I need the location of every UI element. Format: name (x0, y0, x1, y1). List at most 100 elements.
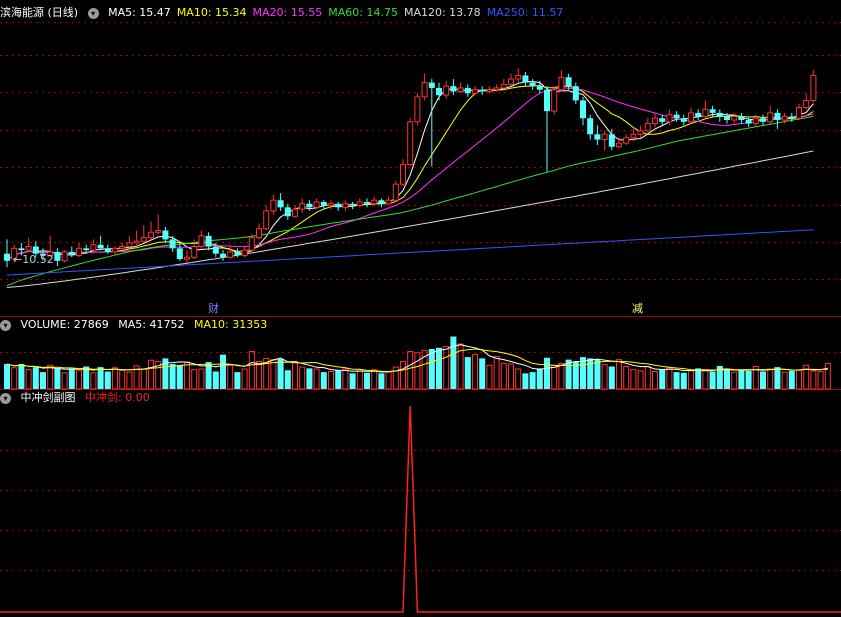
volume-bar (299, 366, 306, 390)
volume-bar (616, 359, 622, 390)
volume-bar (558, 362, 565, 390)
candle-body (788, 116, 795, 119)
volume-bar (25, 369, 32, 390)
volume-ma5-line (6, 344, 828, 373)
volume-bar (515, 368, 522, 390)
volume-bar (176, 365, 183, 389)
candle-body (493, 87, 500, 91)
reduction-marker[interactable]: 减 (631, 302, 644, 315)
candle-body (306, 203, 313, 208)
volume-bar (400, 361, 406, 390)
volume-ma10-label: MA10: 31353 (193, 318, 268, 331)
volume-bar (256, 361, 262, 390)
candle-body (580, 100, 586, 119)
candle-body (716, 112, 723, 117)
candle-body (652, 117, 658, 125)
volume-bar (140, 368, 147, 390)
volume-bar (601, 364, 608, 390)
candle-body (486, 89, 493, 93)
candle-body (695, 112, 702, 117)
candle-body (356, 201, 363, 207)
volume-bar (335, 370, 342, 389)
chevron-down-icon[interactable]: ▾ (87, 7, 99, 19)
candle-body (205, 235, 212, 247)
candle-body (536, 86, 543, 90)
volume-bar (486, 364, 493, 390)
candle-body (594, 134, 601, 140)
candle-body (760, 118, 766, 122)
financial-marker[interactable]: 财 (207, 302, 220, 315)
volume-bar (536, 368, 543, 389)
candle-body (155, 230, 162, 233)
volume-bar (824, 362, 831, 390)
volume-bar (18, 364, 25, 389)
candle-body (4, 253, 10, 261)
volume-bar (767, 368, 774, 390)
indicator-header: ▾ 中冲剑副图 中冲剑: 0.00 (0, 390, 156, 406)
volume-bar (126, 371, 133, 390)
volume-bar (356, 370, 363, 390)
candle-body (738, 116, 745, 121)
chevron-down-icon[interactable]: ▾ (0, 392, 11, 404)
candle-body (508, 78, 514, 85)
volume-bar (544, 357, 550, 389)
candle-body (378, 200, 385, 204)
volume-bar (659, 369, 666, 389)
volume-bar (277, 359, 284, 389)
volume-bar (551, 364, 558, 390)
chart-canvas (0, 22, 841, 613)
stock-title: 滨海能源 (日线) (0, 6, 79, 19)
volume-bar (227, 364, 234, 390)
candle-body (630, 133, 637, 139)
volume-bar (774, 367, 781, 389)
candle-body (572, 86, 579, 101)
volume-bar (724, 369, 730, 389)
candle-body (68, 251, 75, 256)
candle-body (608, 134, 615, 147)
candle-body (551, 89, 558, 112)
volume-bar (385, 371, 392, 390)
candle-body (392, 183, 399, 201)
volume-bar (407, 351, 414, 390)
candle-body (263, 210, 270, 230)
volume-bar (817, 371, 824, 390)
volume-bar (702, 369, 709, 390)
candle-body (320, 201, 327, 206)
volume-bar (320, 372, 327, 389)
candle-body (752, 117, 759, 125)
candle-body (277, 200, 284, 208)
ma-legend: MA5: 15.47 MA10: 15.34 MA20: 15.55 MA60: 14… (108, 6, 569, 19)
candle-body (212, 246, 219, 254)
candle-body (565, 77, 572, 87)
candle-body (184, 256, 190, 260)
volume-bar (112, 367, 118, 390)
candle-body (659, 118, 666, 122)
volume-ma5-label: MA5: 41752 (118, 318, 185, 331)
ma-legend-item: MA60: 14.75 (328, 6, 398, 19)
chevron-down-icon[interactable]: ▾ (0, 319, 11, 331)
volume-bar (364, 372, 370, 389)
volume-bar (148, 359, 154, 390)
candle-body (90, 244, 97, 251)
candle-body (342, 203, 349, 208)
volume-bar (11, 367, 18, 390)
candle-body (724, 116, 730, 121)
volume-bar (349, 373, 356, 389)
volume-bar (32, 367, 39, 389)
volume-bar (68, 368, 75, 389)
volume-header: ▾ VOLUME: 27869 MA5: 41752 MA10: 31353 (0, 317, 273, 333)
volume-bar (472, 354, 478, 390)
volume-bar (306, 368, 313, 389)
volume-bar (198, 368, 205, 390)
volume-bar (378, 373, 385, 389)
volume-bar (248, 351, 255, 390)
volume-bar (637, 370, 644, 390)
volume-bar (738, 370, 745, 389)
volume-bar (796, 369, 802, 390)
candle-body (140, 237, 147, 242)
volume-bar (342, 368, 349, 390)
candle-body (270, 199, 277, 212)
volume-bar (760, 371, 766, 389)
candle-body (421, 82, 428, 98)
candle-body (702, 108, 709, 117)
